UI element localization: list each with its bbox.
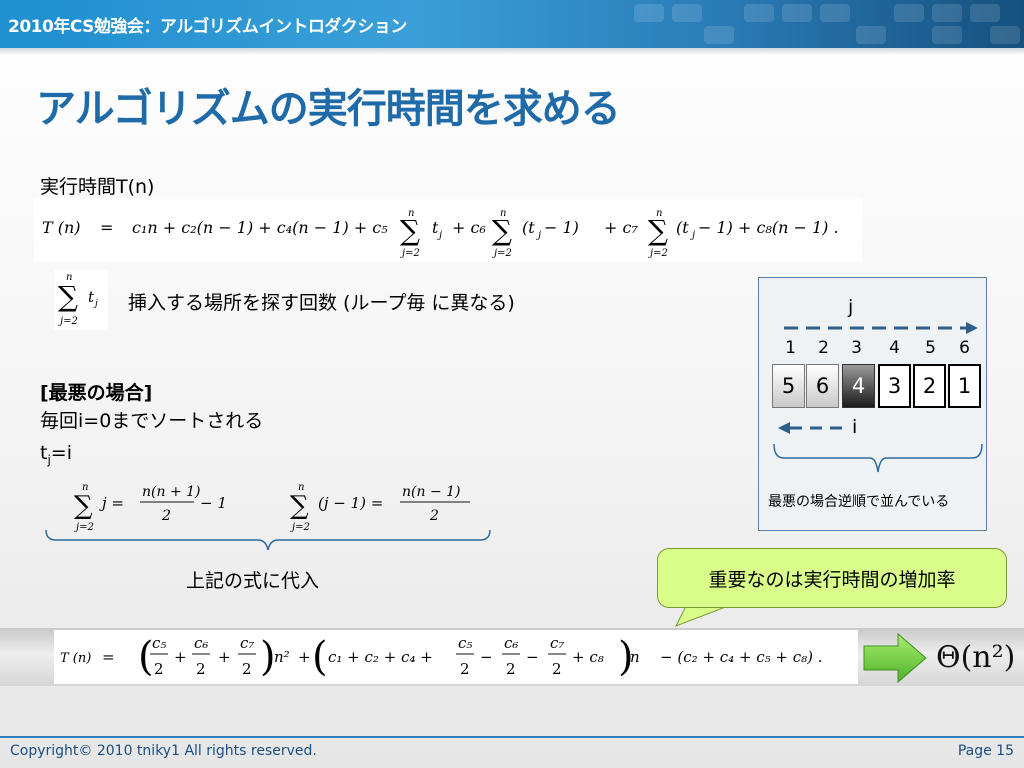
eq1-sub3: j <box>690 230 695 241</box>
eq1-sum1-bottom: j=2 <box>400 248 420 259</box>
fe-c5b: c₅ <box>458 634 472 652</box>
i-arrow <box>778 422 850 434</box>
j-arrow <box>784 322 978 334</box>
f2-body: (j − 1) = <box>318 494 383 512</box>
fe-two6: 2 <box>552 660 562 678</box>
footer-divider <box>0 736 1024 738</box>
index-4: 4 <box>889 338 900 358</box>
fe-plus2: + <box>218 648 231 666</box>
sum-tj-bottom: j=2 <box>58 316 78 327</box>
f2-den: 2 <box>429 508 439 524</box>
eq1-sum3-bottom: j=2 <box>648 248 668 259</box>
fe-mid: c₁ + c₂ + c₄ + <box>328 648 433 666</box>
diagram-i-label: i <box>852 416 858 438</box>
fe-c7: c₇ <box>240 634 254 652</box>
header-decoration <box>594 0 1024 48</box>
sum-tj-svg: n ∑ j=2 t j <box>58 272 98 327</box>
fe-c8n: + c₈ <box>572 648 604 666</box>
index-2: 2 <box>818 338 829 358</box>
worst-case-line1: 毎回i=0までソートされる <box>40 410 264 432</box>
worst-case-heading: [最悪の場合] <box>40 382 153 404</box>
array-cell-1: 5 <box>772 364 805 408</box>
eq1-sum1-sigma: ∑ <box>400 214 420 247</box>
eq1-part4: (t <box>522 218 535 237</box>
sum-description: 挿入する場所を探す回数 (ループ毎 に異なる) <box>128 292 515 314</box>
substitute-label: 上記の式に代入 <box>186 570 320 592</box>
eq1-t1: t <box>432 218 439 237</box>
index-6: 6 <box>959 338 970 358</box>
runtime-equation: T (n) = c₁n + c₂(n − 1) + c₄(n − 1) + c₅… <box>34 198 862 262</box>
header-divider <box>0 48 1024 54</box>
f2-sigma: ∑ <box>290 491 309 521</box>
diagram-caption: 最悪の場合逆順で並んでいる <box>768 494 950 510</box>
index-5: 5 <box>925 338 936 358</box>
fe-two3: 2 <box>242 660 252 678</box>
slide-title: アルゴリズムの実行時間を求める <box>36 86 621 132</box>
sum-tj-term: t <box>88 288 95 306</box>
array-cell-5: 2 <box>913 364 946 408</box>
index-1: 1 <box>785 338 796 358</box>
tj-equals-i: tj=i <box>40 442 72 467</box>
f1-tail: − 1 <box>200 494 227 512</box>
array-cell-4: 3 <box>878 364 911 408</box>
f1-body: j = <box>99 494 124 512</box>
fe-two2: 2 <box>196 660 206 678</box>
header-title: 2010年CS勉強会：アルゴリズムイントロダクション <box>8 17 407 37</box>
eq1-part3: + c₆ <box>452 218 486 237</box>
result-arrow-icon <box>863 632 927 684</box>
fe-equals: = <box>102 648 115 666</box>
fe-minus1: − <box>480 648 493 666</box>
fe-c6: c₆ <box>194 634 208 652</box>
sum-tj-box: n ∑ j=2 t j <box>54 270 108 330</box>
eq1-lhs: T (n) <box>42 218 81 237</box>
f1-den: 2 <box>161 508 171 524</box>
final-equation-svg: T (n) = ( c₅ 2 + c₆ 2 + c₇ 2 ) n² + ( c₁… <box>60 634 823 680</box>
fe-two1: 2 <box>154 660 164 678</box>
f1-num: n(n + 1) <box>142 484 201 500</box>
fe-two4: 2 <box>460 660 470 678</box>
fe-minus2: − <box>526 648 539 666</box>
theta-result: Θ(n²) <box>936 640 1016 675</box>
runtime-label: 実行時間T(n) <box>40 176 155 198</box>
diagram-j-label: j <box>848 296 854 318</box>
fe-n2: n² <box>274 648 290 666</box>
fe-plus1: + <box>174 648 187 666</box>
final-equation: T (n) = ( c₅ 2 + c₆ 2 + c₇ 2 ) n² + ( c₁… <box>54 630 858 684</box>
eq1-part7: (t <box>676 218 689 237</box>
fe-lparen2: ( <box>312 634 328 680</box>
fe-c7b: c₇ <box>550 634 564 652</box>
array-cell-2: 6 <box>806 364 839 408</box>
callout-text: 重要なのは実行時間の増加率 <box>708 568 956 591</box>
eq1-part5: − 1) <box>544 218 579 237</box>
fe-tail: − (c₂ + c₄ + c₅ + c₈) . <box>660 648 823 666</box>
index-3: 3 <box>851 338 862 358</box>
eq1-sum2-bottom: j=2 <box>492 248 512 259</box>
eq1-part6: + c₇ <box>604 218 638 237</box>
array-cell-key: 4 <box>842 364 875 408</box>
fe-c5: c₅ <box>152 634 166 652</box>
f1-sigma: ∑ <box>74 491 93 521</box>
callout-bubble: 重要なのは実行時間の増加率 <box>657 548 1007 608</box>
footer-page-number: Page 15 <box>957 743 1014 759</box>
fe-lhs: T (n) <box>60 651 91 666</box>
eq1-part1: c₁n + c₂(n − 1) + c₄(n − 1) + c₅ <box>132 218 388 237</box>
runtime-equation-svg: T (n) = c₁n + c₂(n − 1) + c₄(n − 1) + c₅… <box>42 208 839 259</box>
eq1-sum3-sigma: ∑ <box>648 214 668 247</box>
eq1-equals: = <box>100 218 113 237</box>
sum-tj-sigma: ∑ <box>58 280 78 313</box>
footer-copyright: Copyright© 2010 tniky1 All rights reserv… <box>10 743 317 759</box>
fe-plus3: + <box>298 648 311 666</box>
fe-two5: 2 <box>506 660 516 678</box>
f2-num: n(n − 1) <box>402 484 461 500</box>
eq1-sub2: j <box>536 230 541 241</box>
eq1-sum2-sigma: ∑ <box>492 214 512 247</box>
diagram-brace <box>773 443 983 473</box>
tj-rest: =i <box>50 442 72 464</box>
eq1-part8: − 1) + c₈(n − 1) . <box>698 218 839 237</box>
array-cell-6: 1 <box>948 364 981 408</box>
header-bar: 2010年CS勉強会：アルゴリズムイントロダクション <box>0 0 1024 48</box>
formulas-brace <box>45 529 491 551</box>
fe-c6b: c₆ <box>504 634 518 652</box>
fe-n: n <box>630 648 640 666</box>
